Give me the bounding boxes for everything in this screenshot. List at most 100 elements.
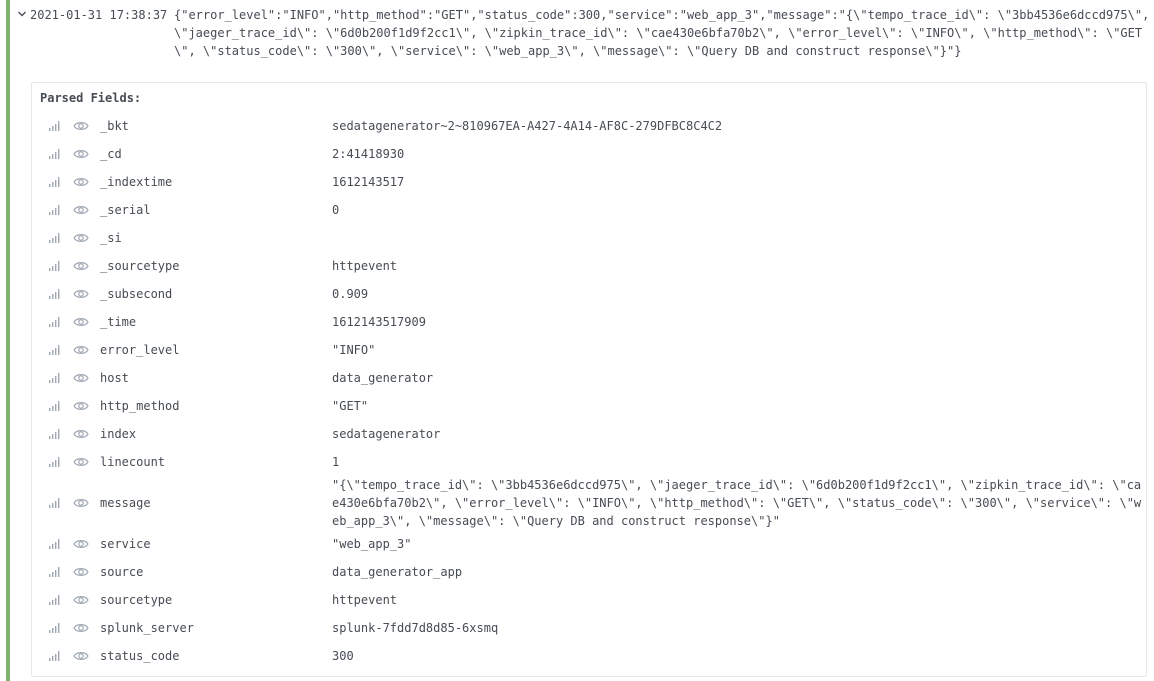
ad-hoc-stats-icon[interactable] <box>48 622 60 634</box>
ad-hoc-stats-icon[interactable] <box>48 456 60 468</box>
parsed-fields-title: Parsed Fields: <box>40 91 142 105</box>
field-name: _subsecond <box>100 287 173 301</box>
ad-hoc-stats-icon[interactable] <box>48 428 60 440</box>
field-name: _serial <box>100 203 151 217</box>
ad-hoc-stats-icon[interactable] <box>48 372 60 384</box>
eye-icon[interactable] <box>73 428 89 440</box>
ad-hoc-stats-icon[interactable] <box>48 566 60 578</box>
field-row-underscore-time: _time 1612143517909 <box>32 308 1146 336</box>
field-value: "{\"tempo_trace_id\": \"3bb4536e6dccd975… <box>332 478 1142 528</box>
field-value: sedatagenerator~2~810967EA-A427-4A14-AF8… <box>332 119 723 133</box>
eye-icon[interactable] <box>73 538 89 550</box>
field-name: _si <box>100 231 122 245</box>
ad-hoc-stats-icon[interactable] <box>48 232 60 244</box>
field-row-underscore-subsecond: _subsecond 0.909 <box>32 280 1146 308</box>
field-name: linecount <box>100 455 166 469</box>
field-name: sourcetype <box>100 593 173 607</box>
field-value: "INFO" <box>332 343 376 357</box>
field-row-service: service "web_app_3" <box>32 530 1146 558</box>
field-name: status_code <box>100 649 180 663</box>
field-name: _indextime <box>100 175 173 189</box>
field-name: error_level <box>100 343 180 357</box>
field-value: 0.909 <box>332 287 369 301</box>
field-row-splunk-server: splunk_server splunk-7fdd7d8d85-6xsmq <box>32 614 1146 642</box>
eye-icon[interactable] <box>73 120 89 132</box>
field-row-sourcetype: sourcetype httpevent <box>32 586 1146 614</box>
field-name: _bkt <box>100 119 129 133</box>
eye-icon[interactable] <box>73 566 89 578</box>
ad-hoc-stats-icon[interactable] <box>48 260 60 272</box>
field-row-underscore-si: _si <box>32 224 1146 252</box>
eye-icon[interactable] <box>73 497 89 509</box>
field-value: "web_app_3" <box>332 537 412 551</box>
field-name: source <box>100 565 144 579</box>
eye-icon[interactable] <box>73 594 89 606</box>
field-row-source: source data_generator_app <box>32 558 1146 586</box>
field-row-underscore-bkt: _bkt sedatagenerator~2~810967EA-A427-4A14… <box>32 112 1146 140</box>
field-name: splunk_server <box>100 621 194 635</box>
ad-hoc-stats-icon[interactable] <box>48 400 60 412</box>
field-row-linecount: linecount 1 <box>32 448 1146 476</box>
ad-hoc-stats-icon[interactable] <box>48 120 60 132</box>
field-row-status-code: status_code 300 <box>32 642 1146 670</box>
field-row-index: index sedatagenerator <box>32 420 1146 448</box>
field-value: 2:41418930 <box>332 147 405 161</box>
field-name: http_method <box>100 399 180 413</box>
field-row-message: message "{\"tempo_trace_id\": \"3bb4536e6… <box>32 476 1146 530</box>
ad-hoc-stats-icon[interactable] <box>48 148 60 160</box>
field-value: 1612143517909 <box>332 315 426 329</box>
field-row-error-level: error_level "INFO" <box>32 336 1146 364</box>
eye-icon[interactable] <box>73 316 89 328</box>
field-row-host: host data_generator <box>32 364 1146 392</box>
field-value: 1612143517 <box>332 175 405 189</box>
eye-icon[interactable] <box>73 344 89 356</box>
field-row-underscore-serial: _serial 0 <box>32 196 1146 224</box>
eye-icon[interactable] <box>73 204 89 216</box>
field-value: 1 <box>332 455 340 469</box>
field-value: data_generator <box>332 371 434 385</box>
field-value: 300 <box>332 649 354 663</box>
field-value: 0 <box>332 203 340 217</box>
field-name: host <box>100 371 129 385</box>
field-value: data_generator_app <box>332 565 463 579</box>
log-timestamp: 2021-01-31 17:38:37 <box>30 8 168 22</box>
field-name: _time <box>100 315 137 329</box>
ad-hoc-stats-icon[interactable] <box>48 316 60 328</box>
ad-hoc-stats-icon[interactable] <box>48 344 60 356</box>
field-value: "GET" <box>332 399 369 413</box>
field-name: _cd <box>100 147 122 161</box>
eye-icon[interactable] <box>73 260 89 272</box>
ad-hoc-stats-icon[interactable] <box>48 497 60 509</box>
field-name: index <box>100 427 137 441</box>
ad-hoc-stats-icon[interactable] <box>48 594 60 606</box>
field-name: _sourcetype <box>100 259 180 273</box>
field-row-http-method: http_method "GET" <box>32 392 1146 420</box>
eye-icon[interactable] <box>73 400 89 412</box>
log-raw-line: {"error_level":"INFO","http_method":"GET… <box>174 8 1150 58</box>
field-row-underscore-sourcetype: _sourcetype httpevent <box>32 252 1146 280</box>
field-name: message <box>100 496 151 510</box>
eye-icon[interactable] <box>73 622 89 634</box>
field-value: httpevent <box>332 259 398 273</box>
field-value: httpevent <box>332 593 398 607</box>
ad-hoc-stats-icon[interactable] <box>48 650 60 662</box>
ad-hoc-stats-icon[interactable] <box>48 538 60 550</box>
parsed-fields-list: _bkt sedatagenerator~2~810967EA-A427-4A14… <box>32 112 1146 670</box>
eye-icon[interactable] <box>73 232 89 244</box>
eye-icon[interactable] <box>73 456 89 468</box>
log-row: 2021-01-31 17:38:37 {"error_level":"INFO… <box>0 0 1154 681</box>
log-level-indicator <box>6 0 10 681</box>
eye-icon[interactable] <box>73 176 89 188</box>
field-value: sedatagenerator <box>332 427 441 441</box>
chevron-down-icon[interactable] <box>16 7 28 21</box>
eye-icon[interactable] <box>73 288 89 300</box>
ad-hoc-stats-icon[interactable] <box>48 288 60 300</box>
eye-icon[interactable] <box>73 650 89 662</box>
eye-icon[interactable] <box>73 148 89 160</box>
field-name: service <box>100 537 151 551</box>
field-value: splunk-7fdd7d8d85-6xsmq <box>332 621 499 635</box>
log-details-panel: Parsed Fields: _bkt sedatagenerator~2~810… <box>31 82 1147 677</box>
ad-hoc-stats-icon[interactable] <box>48 204 60 216</box>
eye-icon[interactable] <box>73 372 89 384</box>
ad-hoc-stats-icon[interactable] <box>48 176 60 188</box>
